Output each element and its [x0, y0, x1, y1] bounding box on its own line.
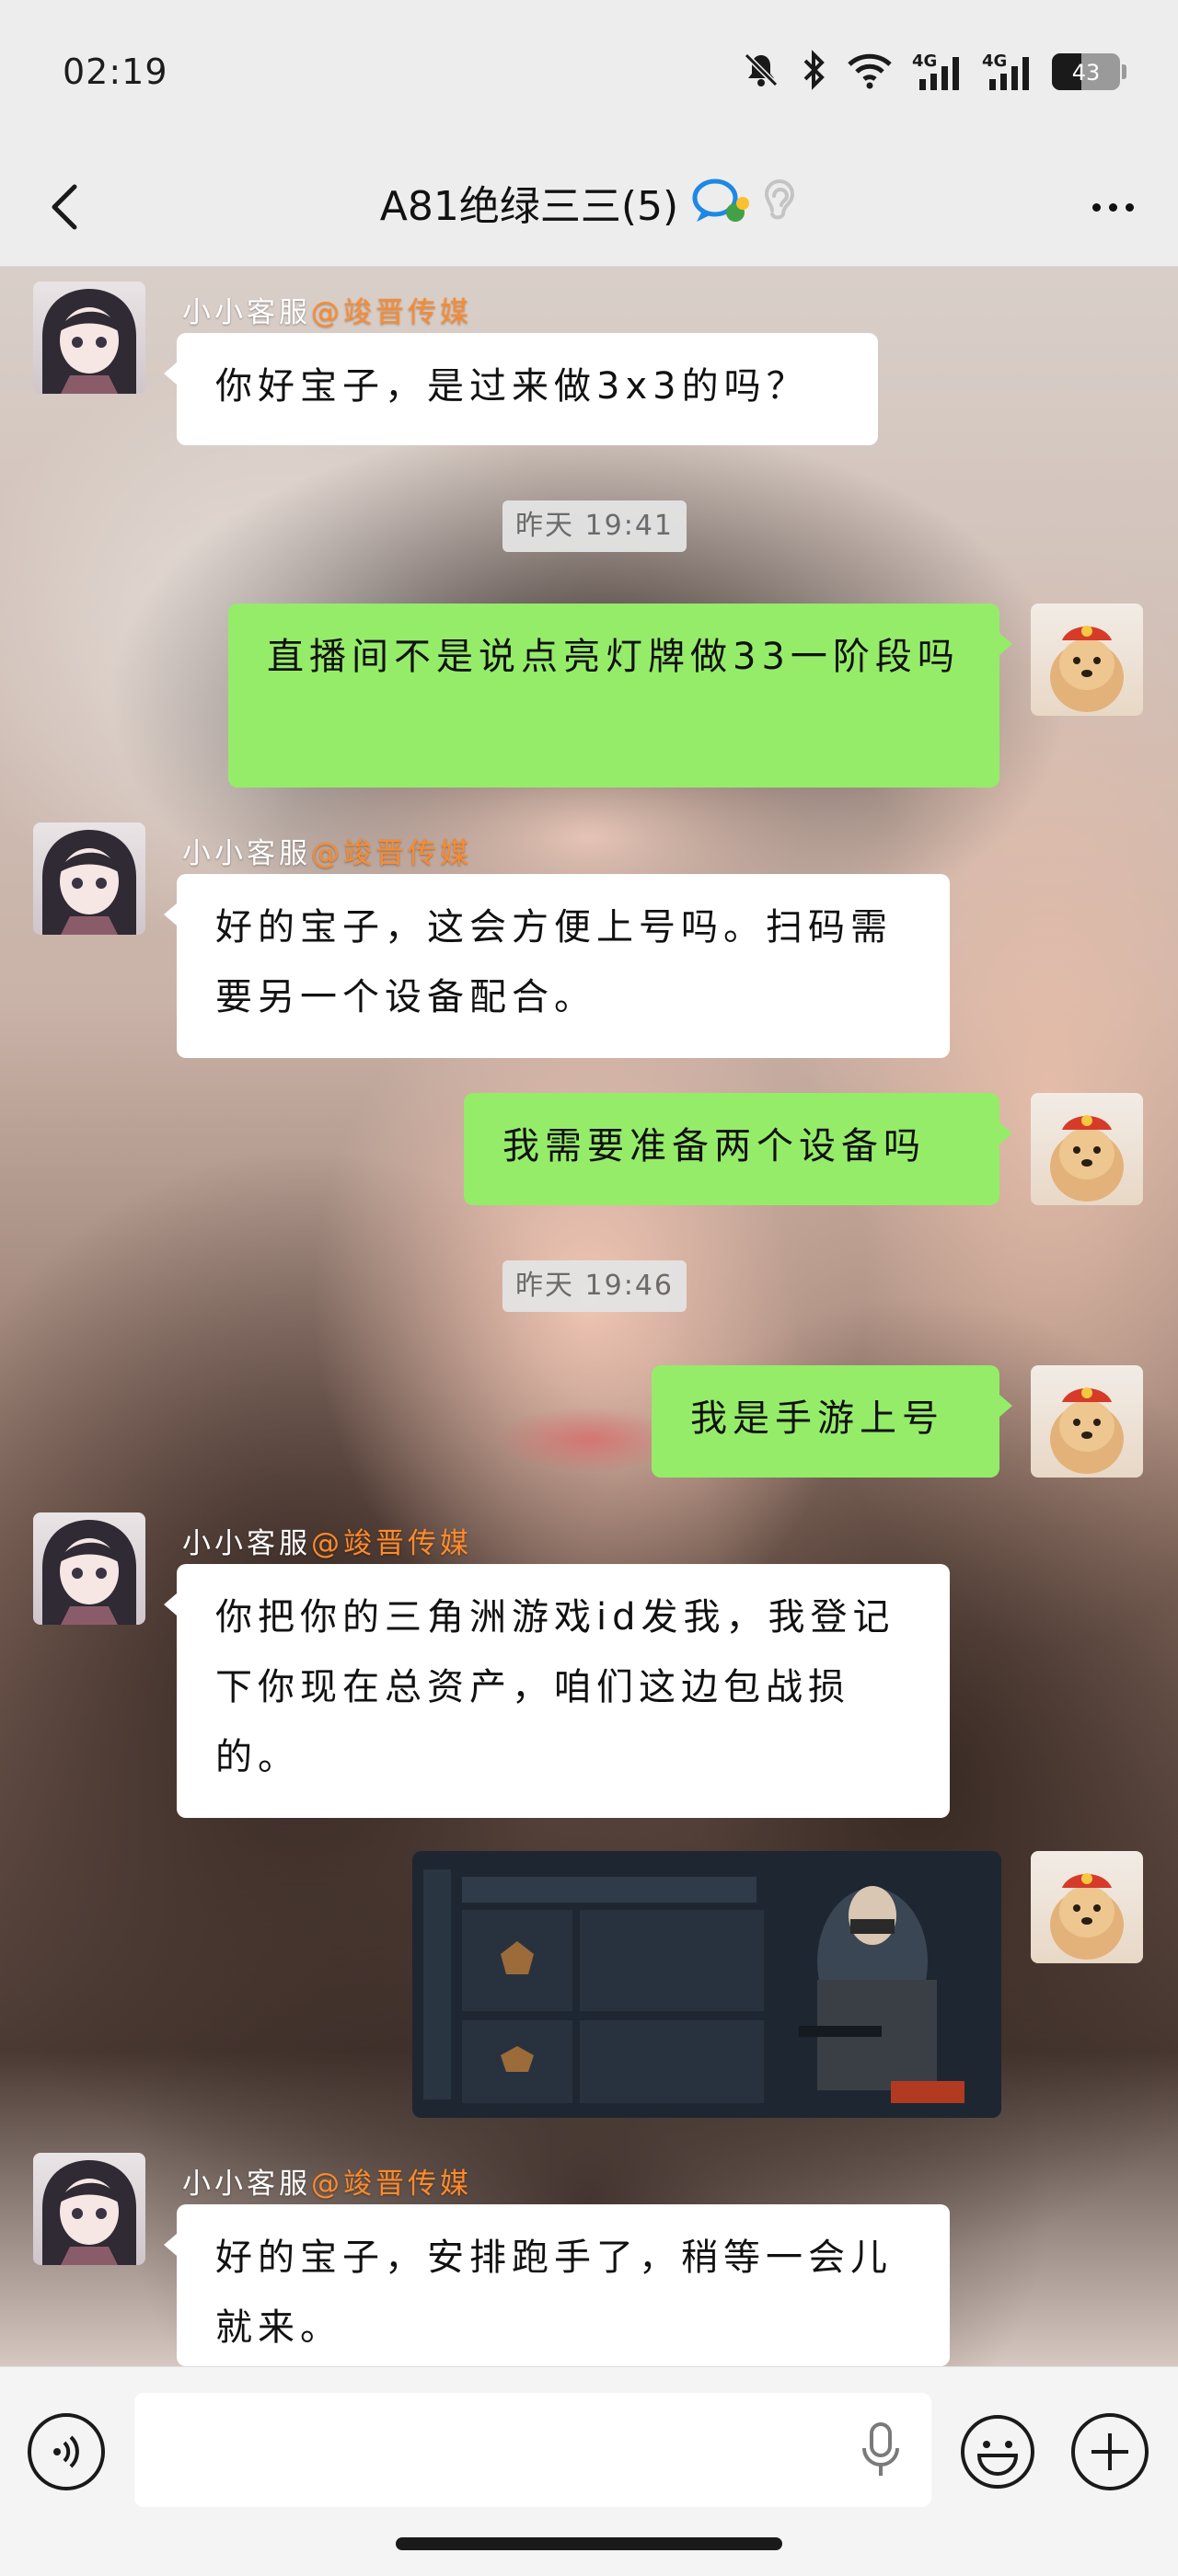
sender-nickname: 小小客服	[182, 1527, 311, 1560]
more-dot	[1108, 202, 1117, 212]
plus-button[interactable]	[1071, 2413, 1149, 2490]
more-dots-icon	[1091, 202, 1101, 212]
chat-header: A81绝绿三三(5)	[0, 147, 1178, 267]
message-bubble[interactable]: 直播间不是说点亮灯牌做33一阶段吗	[228, 604, 1012, 788]
mute-bell-icon	[741, 50, 781, 94]
message-bubble[interactable]: 我需要准备两个设备吗	[464, 1093, 1012, 1205]
sender-nickname: 小小客服	[182, 837, 311, 870]
avatar[interactable]	[1031, 1365, 1143, 1478]
battery-icon: 43	[1052, 53, 1120, 90]
group-chat-icon	[692, 178, 750, 222]
home-indicator[interactable]	[396, 2537, 782, 2550]
sender-nickname: 小小客服	[182, 2168, 311, 2201]
message-bubble[interactable]: 好的宝子，安排跑手了，稍等一会儿就来。	[164, 2204, 950, 2366]
microphone-icon[interactable]	[856, 2421, 906, 2483]
sender-name: 小小客服@竣晋传媒	[182, 1520, 472, 1561]
sender-org: @竣晋传媒	[311, 837, 472, 870]
plus-icon	[1091, 2433, 1128, 2470]
message-bubble[interactable]: 好的宝子，这会方便上号吗。扫码需要另一个设备配合。	[164, 874, 950, 1058]
sender-org: @竣晋传媒	[311, 2168, 472, 2201]
sender-name: 小小客服@竣晋传媒	[182, 289, 472, 330]
signal-icon: 4G	[912, 52, 964, 92]
message-bubble[interactable]: 你好宝子，是过来做3x3的吗？	[164, 333, 878, 445]
status-icons: 4G 4G 43	[741, 50, 1126, 94]
timestamp: 昨天 19:41	[502, 500, 687, 552]
avatar[interactable]	[33, 822, 145, 935]
avatar[interactable]	[1031, 604, 1143, 716]
emoji-button[interactable]	[959, 2413, 1036, 2490]
game-screenshot-image[interactable]	[412, 1851, 1001, 2118]
status-bar: 02:19 4G 4G 43	[0, 0, 1178, 147]
message-input[interactable]	[134, 2393, 931, 2507]
emoji-icon	[961, 2415, 1034, 2489]
more-dot	[1125, 202, 1134, 212]
voice-icon	[53, 2435, 79, 2468]
bluetooth-icon	[800, 50, 827, 94]
sender-name: 小小客服@竣晋传媒	[182, 830, 472, 871]
message-bubble[interactable]: 我是手游上号	[652, 1365, 1012, 1478]
avatar[interactable]	[33, 1512, 145, 1625]
message-bubble[interactable]: 你把你的三角洲游戏id发我，我登记下你现在总资产，咱们这边包战损的。	[164, 1564, 950, 1818]
avatar[interactable]	[1031, 1851, 1143, 1963]
avatar[interactable]	[33, 282, 145, 394]
wifi-icon	[846, 50, 894, 94]
sender-org: @竣晋传媒	[311, 1527, 472, 1560]
avatar[interactable]	[1031, 1093, 1143, 1205]
battery-text: 43	[1071, 60, 1101, 86]
sender-nickname: 小小客服	[182, 296, 311, 329]
ear-icon	[765, 179, 795, 220]
chat-title: A81绝绿三三(5)	[379, 183, 679, 230]
avatar[interactable]	[33, 2153, 145, 2265]
battery-cap	[1122, 64, 1126, 79]
timestamp: 昨天 19:46	[502, 1260, 687, 1312]
more-button[interactable]	[1080, 175, 1145, 239]
sender-name: 小小客服@竣晋传媒	[182, 2160, 472, 2202]
sender-org: @竣晋传媒	[311, 296, 472, 329]
signal-icon: 4G	[982, 52, 1034, 92]
chat-title-bar: A81绝绿三三(5)	[0, 173, 1178, 232]
voice-button[interactable]	[28, 2413, 105, 2490]
status-time: 02:19	[63, 52, 168, 92]
